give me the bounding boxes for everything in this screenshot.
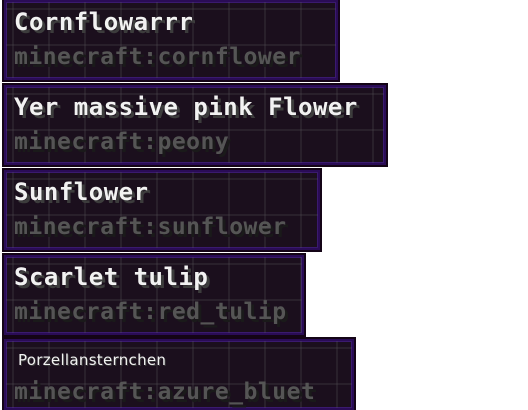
tooltip-stack: Cornflowarrr minecraft:cornflower Yer ma… — [0, 0, 528, 410]
item-tooltip-azure-bluet: Porzellansternchen minecraft:azure_bluet — [4, 339, 354, 410]
item-name: Yer massive pink Flower — [14, 93, 358, 121]
item-name: Porzellansternchen — [18, 351, 167, 369]
item-tooltip-sunflower: Sunflower minecraft:sunflower — [4, 170, 320, 250]
item-tooltip-cornflower: Cornflowarrr minecraft:cornflower — [4, 0, 338, 80]
item-name: Sunflower — [14, 178, 149, 206]
item-registry-id: minecraft:peony — [14, 129, 230, 155]
item-name: Scarlet tulip — [14, 263, 209, 291]
item-registry-id: minecraft:sunflower — [14, 214, 287, 240]
item-registry-id: minecraft:red_tulip — [14, 299, 287, 325]
item-tooltip-red-tulip: Scarlet tulip minecraft:red_tulip — [4, 255, 304, 335]
item-registry-id: minecraft:cornflower — [14, 44, 301, 70]
item-name: Cornflowarrr — [14, 8, 194, 36]
item-tooltip-peony: Yer massive pink Flower minecraft:peony — [4, 85, 386, 165]
item-registry-id: minecraft:azure_bluet — [14, 379, 316, 405]
